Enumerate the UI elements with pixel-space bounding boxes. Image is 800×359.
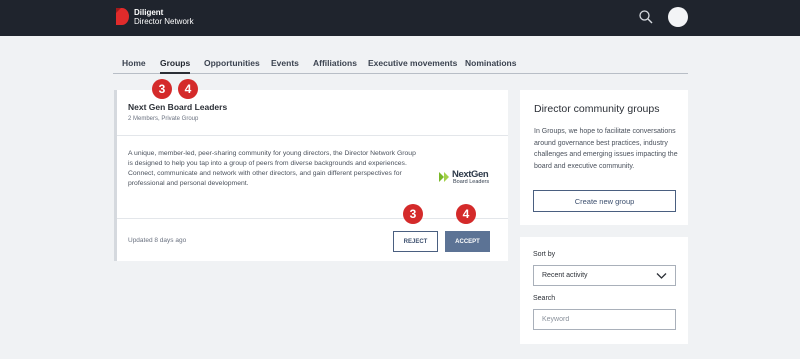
card-header: Next Gen Board Leaders 2 Members, Privat… xyxy=(117,90,508,136)
group-meta: 2 Members, Private Group xyxy=(128,116,199,122)
card-divider xyxy=(117,218,508,219)
top-navigation-bar: Diligent Director Network xyxy=(0,0,800,36)
step-badge-4: 4 xyxy=(178,79,198,99)
sort-value: Recent activity xyxy=(542,272,588,279)
chevron-arrows-icon xyxy=(439,172,449,182)
step-badge-3: 3 xyxy=(403,204,423,224)
tab-executive-movements[interactable]: Executive movements xyxy=(368,52,457,74)
tab-nominations[interactable]: Nominations xyxy=(465,52,516,74)
accept-button[interactable]: ACCEPT xyxy=(445,231,490,252)
section-tabs: Home Groups Opportunities Events Affilia… xyxy=(113,52,688,74)
tab-opportunities[interactable]: Opportunities xyxy=(204,52,260,74)
brand-line-2: Director Network xyxy=(134,17,194,26)
step-badge-3: 3 xyxy=(152,79,172,99)
panel-description: In Groups, we hope to facilitate convers… xyxy=(534,128,678,170)
sort-select[interactable]: Recent activity xyxy=(533,265,676,286)
group-title[interactable]: Next Gen Board Leaders xyxy=(128,102,227,112)
step-badge-4: 4 xyxy=(456,204,476,224)
reject-button[interactable]: REJECT xyxy=(393,231,438,252)
sort-label: Sort by xyxy=(533,251,556,258)
search-label: Search xyxy=(533,295,556,302)
chevron-down-icon xyxy=(656,273,667,279)
group-logo-subtitle: Board Leaders xyxy=(453,179,490,185)
search-icon[interactable] xyxy=(638,9,654,25)
user-avatar[interactable] xyxy=(668,7,688,27)
tab-groups[interactable]: Groups xyxy=(160,52,191,74)
last-updated: Updated 8 days ago xyxy=(128,237,187,244)
group-logo: NextGen Board Leaders xyxy=(439,169,499,191)
filter-panel: Sort by Recent activity Search xyxy=(520,237,688,344)
tab-events[interactable]: Events xyxy=(271,52,299,74)
group-description: A unique, member-led, peer-sharing commu… xyxy=(128,150,416,187)
tab-affiliations[interactable]: Affiliations xyxy=(313,52,357,74)
community-groups-panel: Director community groups In Groups, we … xyxy=(520,90,688,225)
create-group-button[interactable]: Create new group xyxy=(533,190,676,212)
brand-line-1: Diligent xyxy=(134,8,164,17)
brand-name[interactable]: Diligent Director Network xyxy=(134,8,194,26)
diligent-logo-icon[interactable] xyxy=(116,8,129,25)
panel-title: Director community groups xyxy=(534,103,660,115)
tab-home[interactable]: Home xyxy=(122,52,146,74)
search-input[interactable] xyxy=(533,309,676,330)
group-invitation-card: Next Gen Board Leaders 2 Members, Privat… xyxy=(114,90,508,261)
